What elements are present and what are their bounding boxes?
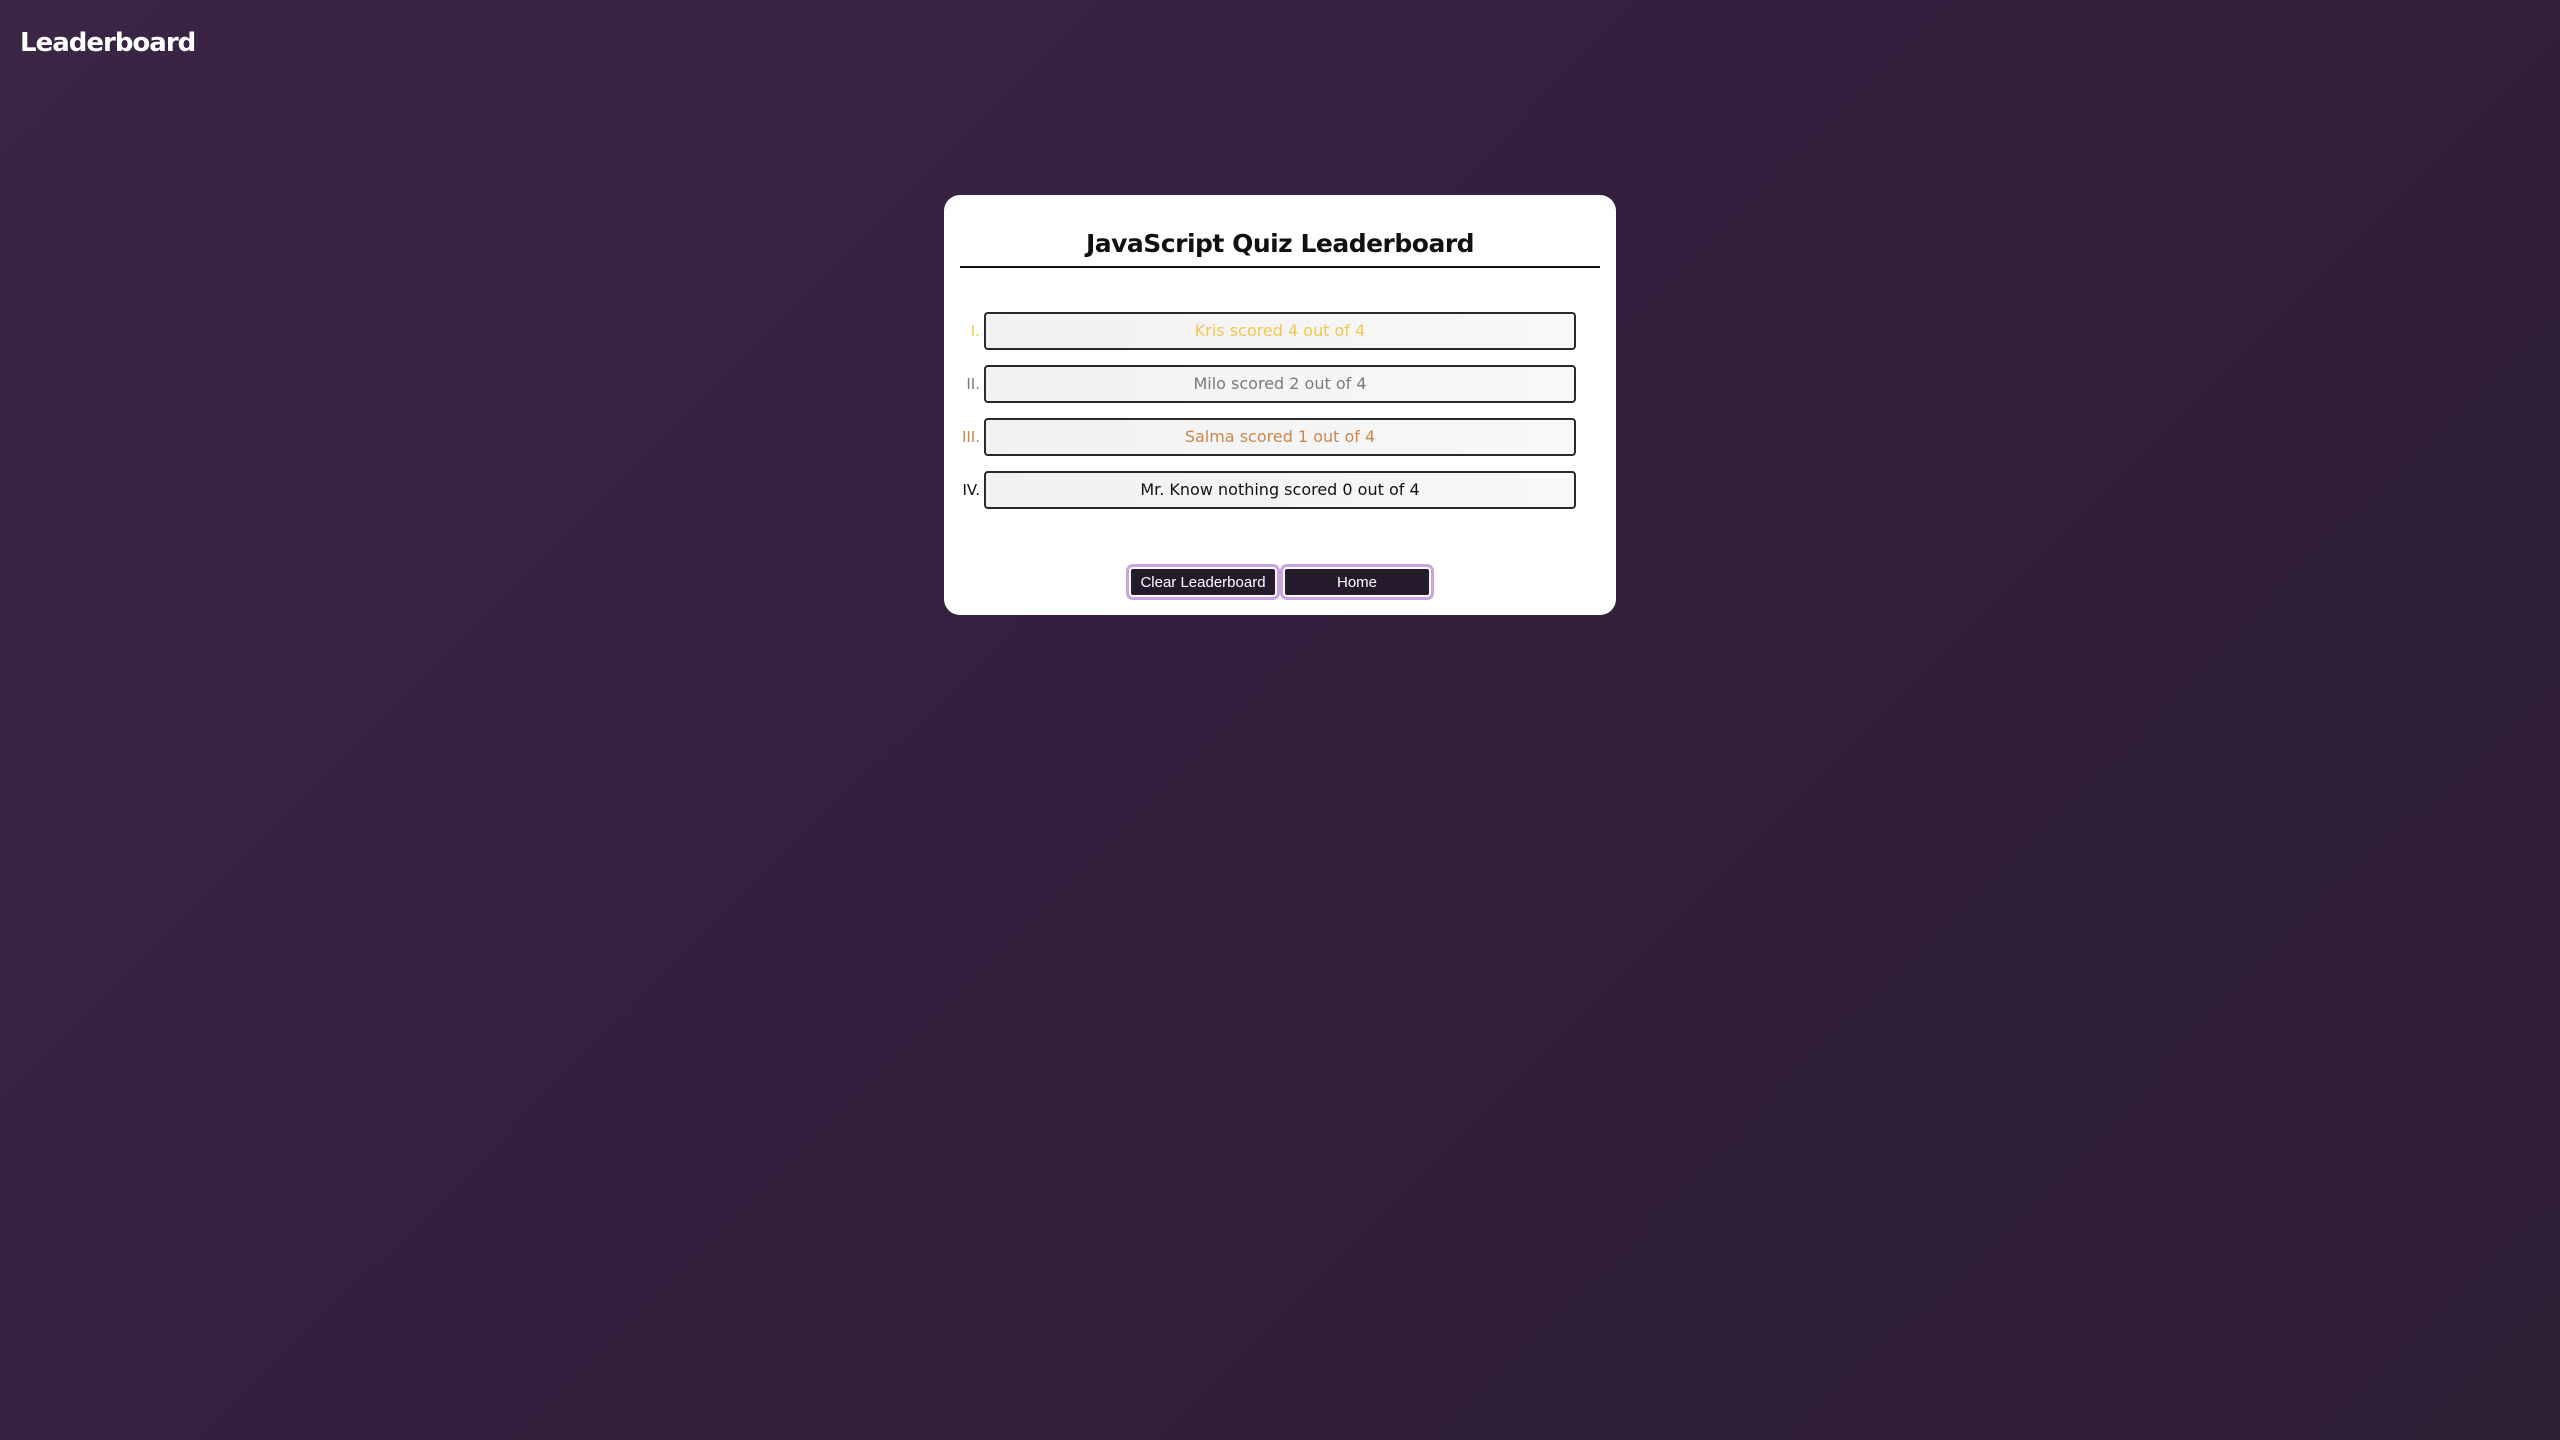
leaderboard-entry: IV. Mr. Know nothing scored 0 out of 4 (944, 471, 1616, 509)
entry-score: Kris scored 4 out of 4 (984, 312, 1576, 350)
entry-score: Milo scored 2 out of 4 (984, 365, 1576, 403)
entry-score: Mr. Know nothing scored 0 out of 4 (984, 471, 1576, 509)
site-title: Leaderboard (20, 28, 196, 58)
home-button[interactable]: Home (1283, 567, 1431, 597)
clear-leaderboard-button[interactable]: Clear Leaderboard (1129, 567, 1277, 597)
leaderboard-list: I. Kris scored 4 out of 4 II. Milo score… (944, 312, 1616, 524)
entry-rank: II. (966, 375, 980, 393)
entry-rank: III. (961, 428, 980, 446)
leaderboard-entry: I. Kris scored 4 out of 4 (944, 312, 1616, 350)
leaderboard-entry: II. Milo scored 2 out of 4 (944, 365, 1616, 403)
entry-score: Salma scored 1 out of 4 (984, 418, 1576, 456)
entry-rank: I. (970, 322, 980, 340)
leaderboard-title: JavaScript Quiz Leaderboard (1085, 229, 1475, 258)
leaderboard-card: JavaScript Quiz Leaderboard I. Kris scor… (944, 195, 1616, 615)
leaderboard-entry: III. Salma scored 1 out of 4 (944, 418, 1616, 456)
title-divider (960, 266, 1600, 268)
entry-rank: IV. (962, 481, 980, 499)
button-row: Clear Leaderboard Home (944, 567, 1616, 597)
